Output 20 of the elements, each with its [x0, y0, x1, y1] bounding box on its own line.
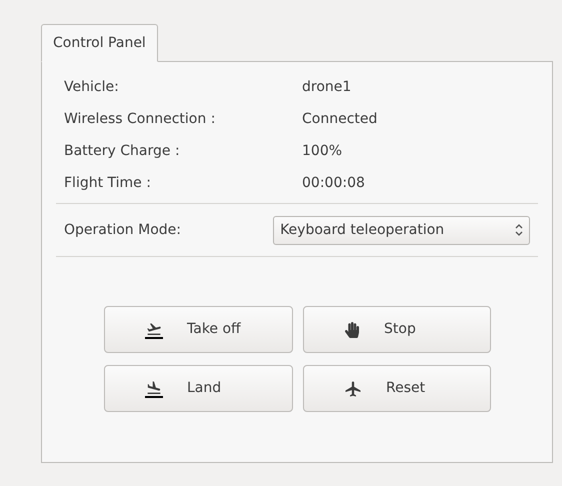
action-button[interactable]: Take off — [104, 306, 293, 353]
landing-plane-icon — [145, 380, 163, 398]
plane-icon — [344, 380, 362, 398]
field-label: Vehicle: — [64, 78, 120, 96]
takeoff-plane-icon — [145, 320, 163, 338]
mode-dropdown[interactable]: Keyboard teleoperation — [273, 216, 530, 244]
field-label: Wireless Connection : — [64, 110, 216, 128]
action-button[interactable]: Reset — [303, 365, 491, 412]
spinner-arrows-icon — [515, 224, 523, 236]
hand-icon — [344, 322, 360, 338]
field-value: Connected — [302, 110, 378, 128]
action-button[interactable]: Stop — [303, 306, 491, 353]
field-label: Operation Mode: — [64, 220, 182, 240]
tab[interactable]: Control Panel — [41, 24, 158, 62]
field-label: Flight Time : — [64, 174, 152, 192]
field-value: drone1 — [302, 78, 352, 96]
action-button[interactable]: Land — [104, 365, 293, 412]
field-value: 100% — [302, 142, 342, 160]
field-label: Battery Charge : — [64, 142, 181, 160]
field-value: 00:00:08 — [302, 174, 365, 192]
